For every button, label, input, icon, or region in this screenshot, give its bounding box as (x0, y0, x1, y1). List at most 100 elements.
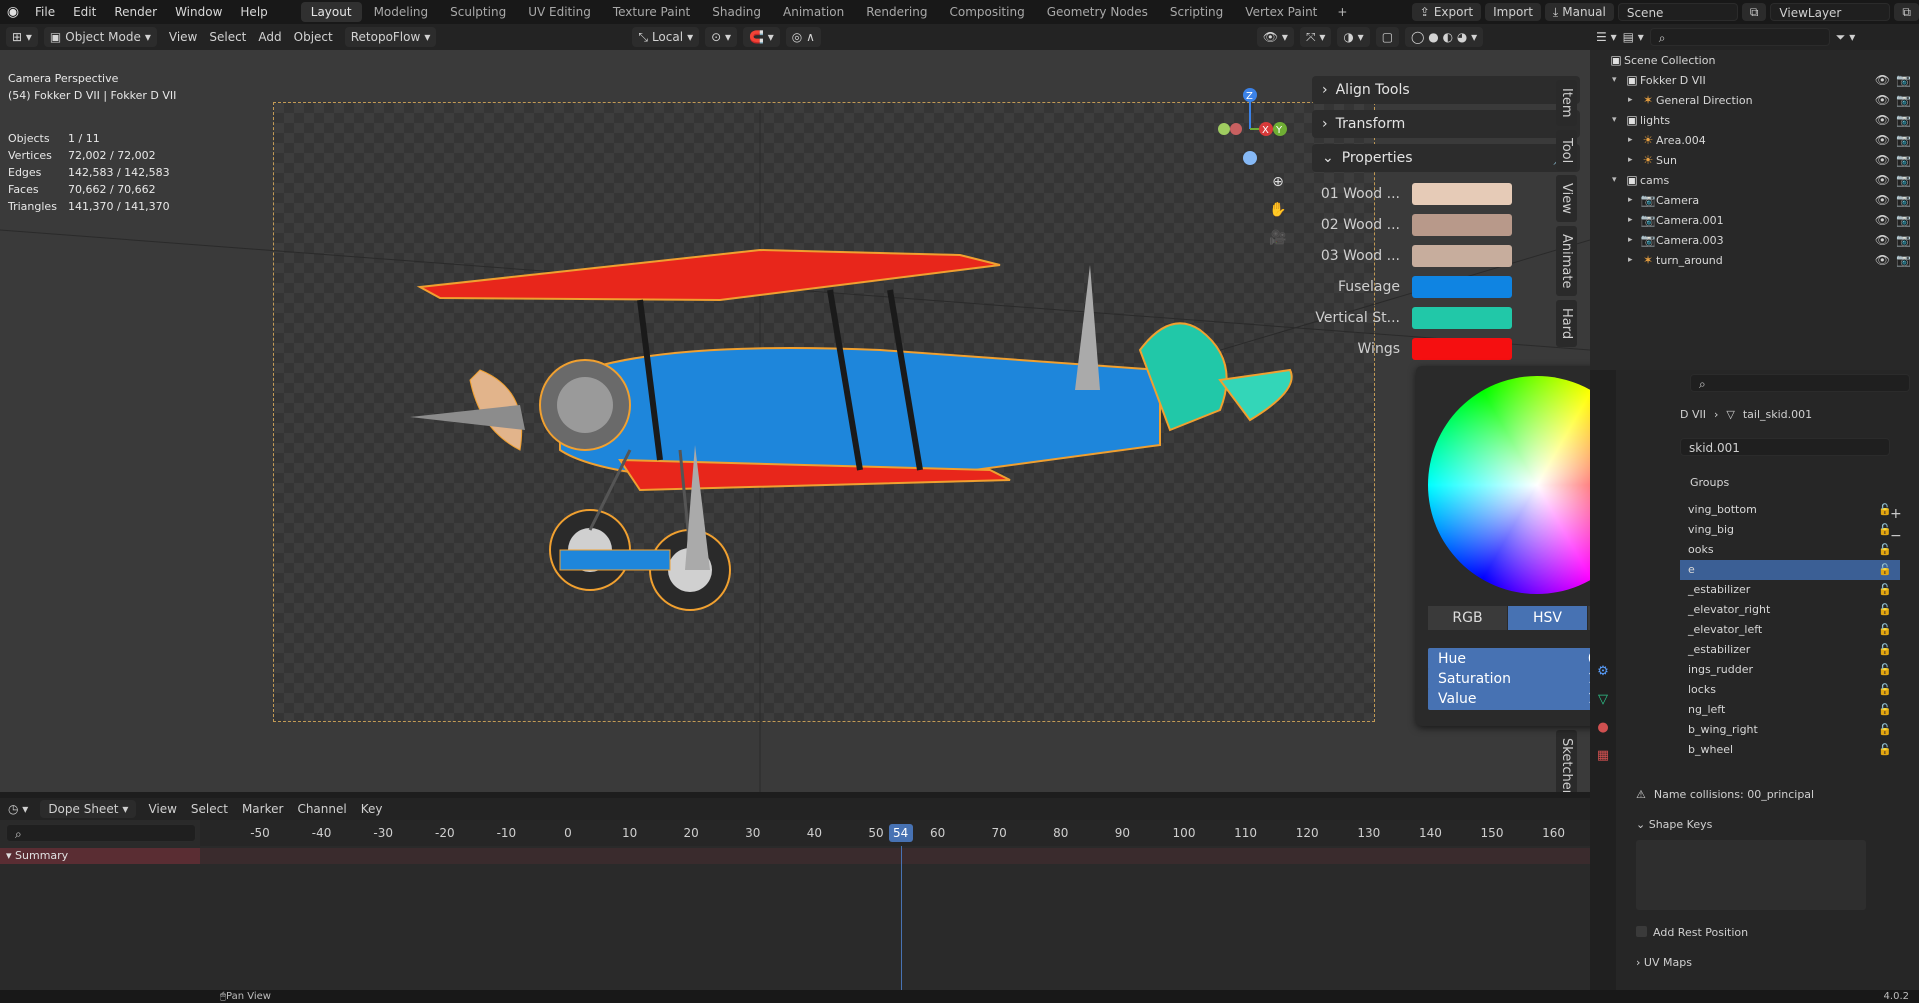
lock-icon[interactable]: 🔓 (1878, 680, 1892, 700)
vertex-group-item[interactable]: ving_bottom 🔓 (1680, 500, 1900, 520)
display-mode-icon[interactable]: ▤ ▾ (1623, 30, 1644, 44)
gizmo-toggle-icon[interactable]: ⤧ ▾ (1299, 27, 1332, 47)
tab-tool[interactable]: Tool (1556, 129, 1577, 171)
menu-edit[interactable]: Edit (64, 0, 105, 24)
export-button[interactable]: ⇪ Export (1411, 3, 1482, 21)
eye-icon[interactable]: 👁 (1875, 173, 1890, 187)
outliner-item[interactable]: ▸ ✶ General Direction 👁 📷 (1590, 90, 1919, 110)
vertex-group-item[interactable]: _estabilizer 🔓 (1680, 580, 1900, 600)
dopesheet-menu-channel[interactable]: Channel (297, 802, 346, 816)
color-swatch[interactable] (1412, 244, 1512, 267)
dopesheet-menu-select[interactable]: Select (191, 802, 228, 816)
shape-key-list[interactable] (1636, 840, 1866, 910)
outliner-item[interactable]: ▾ ▣ Fokker D VII 👁 📷 (1590, 70, 1919, 90)
camera-render-icon[interactable]: 📷 (1896, 253, 1911, 267)
tab-scripting[interactable]: Scripting (1160, 2, 1233, 22)
lock-icon[interactable]: 🔓 (1878, 580, 1892, 600)
vertex-group-item[interactable]: _estabilizer 🔓 (1680, 640, 1900, 660)
mode-tab-hsv[interactable]: HSV (1508, 606, 1588, 630)
color-swatch[interactable] (1412, 275, 1512, 298)
outliner-item[interactable]: ▸ 📷 Camera 👁 📷 (1590, 190, 1919, 210)
visibility-icon[interactable]: 👁 ▾ (1256, 27, 1294, 47)
viewport-menu-select[interactable]: Select (203, 30, 252, 44)
tab-uv-editing[interactable]: UV Editing (518, 2, 601, 22)
chevron-icon[interactable]: ▸ (1628, 255, 1640, 265)
outliner-item[interactable]: ▾ ▣ cams 👁 📷 (1590, 170, 1919, 190)
color-swatch[interactable] (1412, 337, 1512, 360)
add-workspace-icon[interactable]: + (1327, 2, 1357, 22)
shading-mode-icon[interactable]: ◯ ● ◐ ◕ ▾ (1405, 27, 1484, 47)
lock-icon[interactable]: 🔓 (1878, 620, 1892, 640)
data-tab-icon[interactable]: ▽ (1592, 688, 1614, 710)
viewport-3d[interactable]: Z X Y ⊕ ✋ 🎥 Camera Perspective (54) Fokk… (0, 50, 1590, 792)
add-rest-position-checkbox[interactable] (1636, 926, 1647, 937)
zoom-icon[interactable]: ⊕ (1266, 170, 1290, 194)
hue-field[interactable]: Hue0.999 (1428, 648, 1590, 670)
color-swatch[interactable] (1412, 213, 1512, 236)
tab-shading[interactable]: Shading (702, 2, 771, 22)
vertex-group-item[interactable]: b_wing_right 🔓 (1680, 720, 1900, 740)
outliner-item[interactable]: ▣ Scene Collection (1590, 50, 1919, 70)
eye-icon[interactable]: 👁 (1875, 253, 1890, 267)
chevron-icon[interactable]: ▾ (1612, 75, 1624, 85)
dopesheet-editor[interactable]: ⌕ -50 -40 -30 -20 -10 0 10 20 30 40 50 60 70 80 90 100 1… (0, 820, 1590, 990)
vertex-group-item[interactable]: ving_big 🔓 (1680, 520, 1900, 540)
editor-type-icon[interactable]: ◷ ▾ (8, 802, 28, 816)
viewport-menu-object[interactable]: Object (288, 30, 339, 44)
texture-tab-icon[interactable]: ▦ (1592, 744, 1614, 766)
dopesheet-menu-key[interactable]: Key (361, 802, 383, 816)
scene-field[interactable]: Scene (1617, 3, 1738, 21)
blender-logo-icon[interactable]: ◉ (0, 0, 26, 24)
menu-help[interactable]: Help (231, 0, 276, 24)
new-scene-icon[interactable]: ⧉ (1741, 3, 1767, 21)
timeline-ruler[interactable]: -50 -40 -30 -20 -10 0 10 20 30 40 50 60 70 80 90 100 110… (200, 820, 1590, 846)
dopesheet-mode-select[interactable]: Dope Sheet ▾ (40, 800, 137, 818)
camera-render-icon[interactable]: 📷 (1896, 213, 1911, 227)
dopesheet-menu-marker[interactable]: Marker (242, 802, 283, 816)
outliner-item[interactable]: ▸ ☀ Sun 👁 📷 (1590, 150, 1919, 170)
vertex-group-item[interactable]: _elevator_right 🔓 (1680, 600, 1900, 620)
mode-tab-rgb[interactable]: RGB (1428, 606, 1508, 630)
tab-hard[interactable]: Hard (1556, 300, 1577, 348)
outliner-item[interactable]: ▾ ▣ lights 👁 📷 (1590, 110, 1919, 130)
lock-icon[interactable]: 🔓 (1878, 720, 1892, 740)
lock-icon[interactable]: 🔓 (1878, 740, 1892, 760)
lock-icon[interactable]: 🔓 (1878, 560, 1892, 580)
pivot-icon[interactable]: ⊙ ▾ (705, 27, 737, 47)
outliner-item[interactable]: ▸ 📷 Camera.003 👁 📷 (1590, 230, 1919, 250)
chevron-icon[interactable]: ▸ (1628, 195, 1640, 205)
tab-animation[interactable]: Animation (773, 2, 854, 22)
tab-item[interactable]: Item (1556, 80, 1577, 126)
vertex-group-item[interactable]: ooks 🔓 (1680, 540, 1900, 560)
vertex-group-item[interactable]: _elevator_left 🔓 (1680, 620, 1900, 640)
camera-render-icon[interactable]: 📷 (1896, 93, 1911, 107)
camera-render-icon[interactable]: 📷 (1896, 193, 1911, 207)
vertex-group-item[interactable]: e 🔓 (1680, 560, 1900, 580)
align-tools-panel[interactable]: › Align Tools (1312, 76, 1580, 104)
camera-render-icon[interactable]: 📷 (1896, 73, 1911, 87)
tab-animate[interactable]: Animate (1556, 225, 1577, 297)
outliner-item[interactable]: ▸ ✶ turn_around 👁 📷 (1590, 250, 1919, 270)
outliner-item[interactable]: ▸ 📷 Camera.001 👁 📷 (1590, 210, 1919, 230)
camera-render-icon[interactable]: 📷 (1896, 113, 1911, 127)
tab-sculpting[interactable]: Sculpting (440, 2, 516, 22)
viewport-menu-add[interactable]: Add (252, 30, 287, 44)
tab-layout[interactable]: Layout (300, 2, 362, 22)
menu-render[interactable]: Render (105, 0, 166, 24)
chevron-icon[interactable]: ▾ (1612, 115, 1624, 125)
material-tab-icon[interactable]: ● (1592, 716, 1614, 738)
eye-icon[interactable]: 👁 (1875, 213, 1890, 227)
overlay-toggle-icon[interactable]: ◑ ▾ (1337, 27, 1370, 47)
color-swatch[interactable] (1412, 306, 1512, 329)
new-viewlayer-icon[interactable]: ⧉ (1894, 3, 1919, 21)
shape-keys-panel[interactable]: ⌄ Shape Keys (1636, 818, 1712, 831)
proportional-edit-icon[interactable]: ◎ ∧ (785, 27, 821, 47)
tab-view[interactable]: View (1556, 174, 1577, 222)
eye-icon[interactable]: 👁 (1875, 193, 1890, 207)
eye-icon[interactable]: 👁 (1875, 153, 1890, 167)
retopoflow-menu[interactable]: RetopoFlow ▾ (344, 27, 437, 47)
properties-search-input[interactable]: ⌕ (1690, 374, 1910, 392)
vertex-group-item[interactable]: b_wheel 🔓 (1680, 740, 1900, 760)
editor-type-icon[interactable]: ☰ ▾ (1596, 30, 1617, 44)
outliner-item[interactable]: ▸ ☀ Area.004 👁 📷 (1590, 130, 1919, 150)
